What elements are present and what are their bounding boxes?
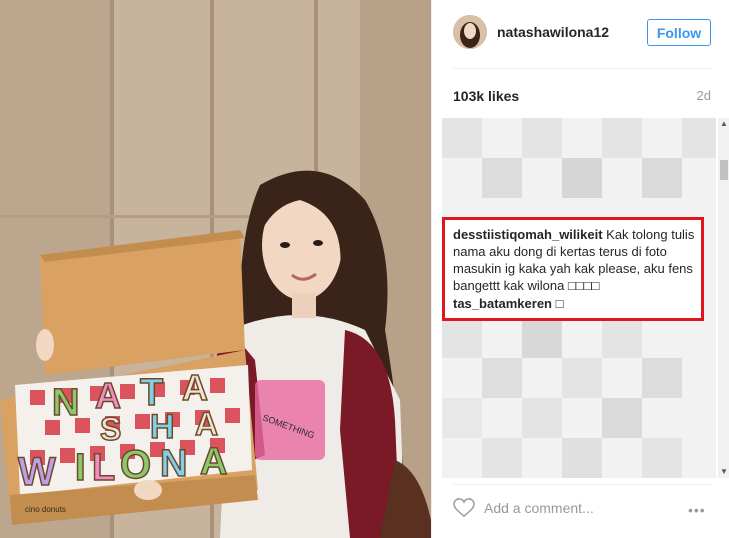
donut-letter-a4: A <box>200 441 227 483</box>
box-brand: cino donuts <box>25 505 66 514</box>
donut-letter-n: N <box>52 382 79 424</box>
donut-letter-l: L <box>92 447 115 489</box>
comment-username[interactable]: tas_batamkeren <box>453 296 552 311</box>
comments-scrollbar[interactable]: ▲ ▼ <box>718 118 729 478</box>
donut-letter-i: I <box>75 447 86 489</box>
likes-count[interactable]: 103k likes <box>453 88 519 104</box>
comment-text: □ <box>552 296 564 311</box>
comment-username[interactable]: desstiistiqomah_wilikeit <box>453 227 603 242</box>
highlighted-comments-box: desstiistiqomah_wilikeit Kak tolong tuli… <box>442 217 704 321</box>
divider <box>453 68 711 69</box>
donut-letter-n2: N <box>160 443 187 485</box>
donut-letter-a2: A <box>182 367 208 408</box>
comment-input[interactable]: Add a comment... <box>484 500 594 516</box>
donut-letter-h: H <box>150 408 175 446</box>
post-time[interactable]: 2d <box>697 88 711 103</box>
more-options-button[interactable]: ••• <box>688 502 706 518</box>
divider <box>453 484 711 485</box>
comment-item: desstiistiqomah_wilikeit Kak tolong tuli… <box>453 226 699 294</box>
comment-item: tas_batamkeren □ <box>453 296 563 311</box>
scroll-up-arrow-icon[interactable]: ▲ <box>718 118 729 130</box>
donut-letter-a3: A <box>195 406 218 442</box>
follow-button[interactable]: Follow <box>647 19 711 46</box>
scroll-down-arrow-icon[interactable]: ▼ <box>718 466 729 478</box>
donut-letter-w: W <box>18 450 56 494</box>
post-photo: SOMETHING N A T A S H A W I L O N A cino… <box>0 0 431 538</box>
avatar[interactable] <box>453 15 487 49</box>
scroll-thumb[interactable] <box>720 160 728 180</box>
post-header: natashawilona12 Follow <box>432 0 729 68</box>
username-link[interactable]: natashawilona12 <box>497 24 609 40</box>
photo-illustration: SOMETHING N A T A S H A W I L O N A cino… <box>0 0 431 538</box>
donut-letter-a1: A <box>95 375 121 416</box>
heart-icon[interactable] <box>453 498 475 518</box>
donut-letter-s: S <box>100 411 121 447</box>
